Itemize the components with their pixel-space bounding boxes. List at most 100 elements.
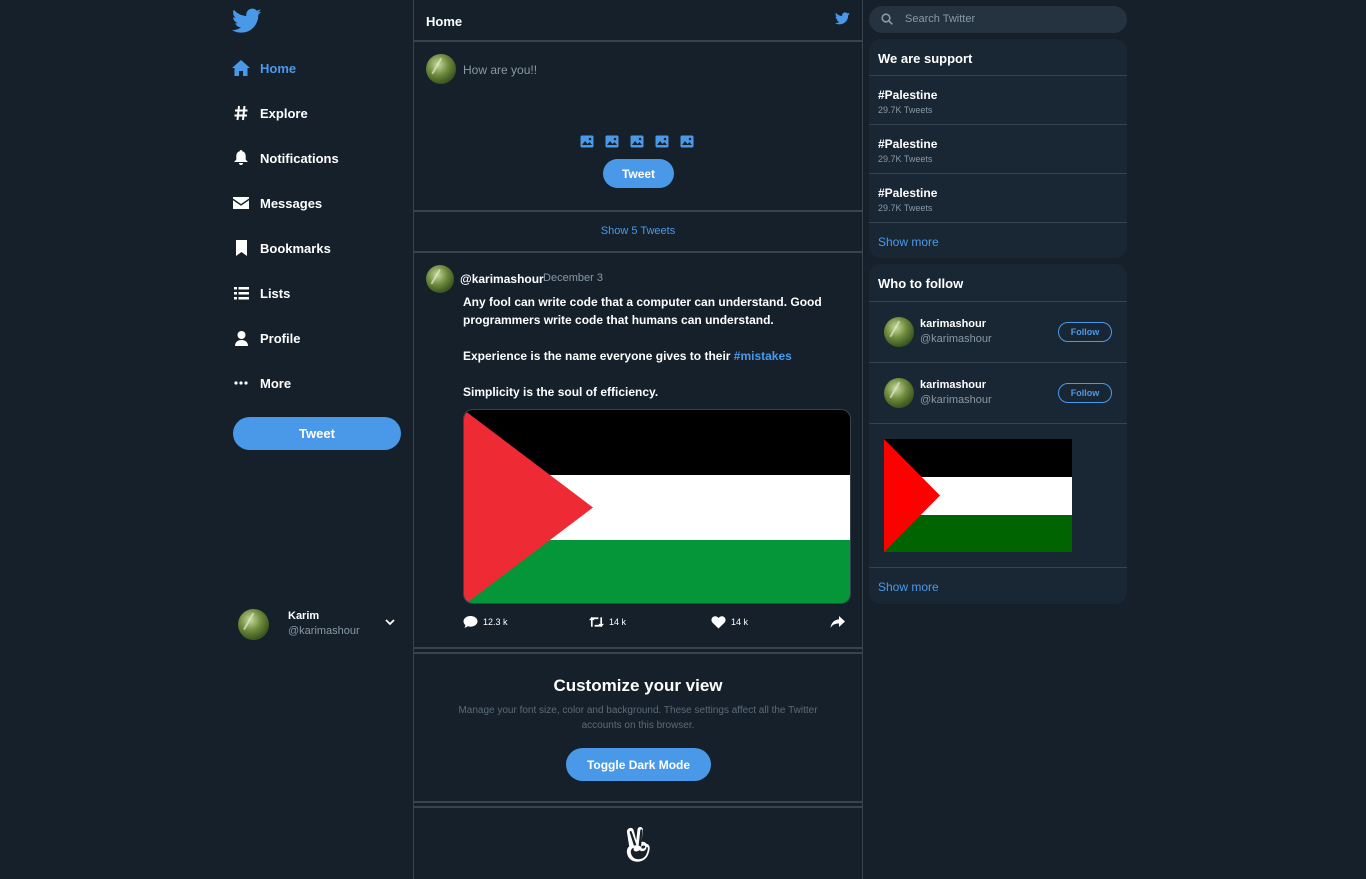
share-button[interactable] [830,615,845,629]
nav-label: Notifications [260,150,339,166]
retweet-icon [589,616,604,628]
follow-name: karimashour [920,379,987,391]
image-icon[interactable] [605,135,619,148]
follow-handle: @karimashour [920,333,992,345]
reply-count: 12.3 k [483,617,508,627]
tweet-card[interactable]: @karimashour .December 3 Any fool can wr… [414,253,862,648]
trend-name: #Palestine [878,88,938,102]
home-icon [232,59,250,77]
avatar[interactable] [884,317,914,347]
tweet-line: Simplicity is the soul of efficiency. [463,385,659,399]
divider [869,301,1127,302]
profile-handle: @karimashour [288,625,360,637]
peace-hand-icon [626,826,650,862]
toggle-dark-mode-button[interactable]: Toggle Dark Mode [566,748,711,781]
image-icon[interactable] [630,135,644,148]
comment-icon [463,616,478,628]
follow-button[interactable]: Follow [1058,322,1112,342]
tweet-text: Any fool can write code that a computer … [463,293,843,419]
follow-name: karimashour [920,318,987,330]
search-input[interactable]: Search Twitter [905,13,975,25]
trend-name: #Palestine [878,186,938,200]
nav-label: More [260,375,292,391]
trend-name: #Palestine [878,137,938,151]
nav-profile[interactable]: Profile [232,326,300,350]
follow-button[interactable]: Follow [1058,383,1112,403]
user-icon [232,329,250,347]
tweet-composer: How are you!! Tweet [414,42,862,212]
nav-bookmarks[interactable]: Bookmarks [232,236,331,260]
left-sidebar: Home Explore Notifications Messages Book… [224,0,410,879]
nav-label: Messages [260,195,323,211]
sidebar-tweet-button[interactable]: Tweet [233,417,401,450]
heart-icon [711,616,726,629]
trend-count: 29.7K Tweets [878,105,933,115]
show-new-tweets-link[interactable]: Show 5 Tweets [414,212,862,253]
customize-view-panel: Customize your view Manage your font siz… [414,654,862,801]
avatar[interactable] [884,378,914,408]
nav-home[interactable]: Home [232,56,296,80]
tweet-actions: 12.3 k 14 k 14 k [463,615,851,633]
follow-show-more-link[interactable]: Show more [878,580,939,594]
main-timeline: Home How are you!! Tweet Show 5 Tweets @… [413,0,863,879]
retweet-count: 14 k [609,617,627,627]
composer-input[interactable]: How are you!! [463,63,537,77]
trends-title: We are support [878,51,973,66]
trends-show-more-link[interactable]: Show more [878,235,939,249]
nav-label: Bookmarks [260,240,331,256]
twitter-bird-icon [835,12,850,25]
divider [414,801,862,808]
nav-explore[interactable]: Explore [232,101,308,125]
bookmark-icon [232,239,250,257]
composer-tweet-button[interactable]: Tweet [603,159,674,188]
trend-count: 29.7K Tweets [878,154,933,164]
tweet-line: Experience is the name everyone gives to… [463,347,843,365]
palestine-flag-image [464,410,850,603]
hashtag-link[interactable]: #mistakes [734,349,792,363]
reply-button[interactable]: 12.3 k [463,615,508,629]
divider [869,124,1127,125]
divider [869,362,1127,363]
retweet-button[interactable]: 14 k [589,615,626,629]
follow-handle: @karimashour [920,394,992,406]
tweet-date: .December 3 [540,272,603,284]
profile-name: Karim [288,610,320,622]
avatar [426,54,456,84]
right-sidebar: Search Twitter We are support #Palestine… [869,0,1127,879]
nav-messages[interactable]: Messages [232,191,322,215]
divider [869,173,1127,174]
image-icon[interactable] [655,135,669,148]
nav-label: Profile [260,330,301,346]
like-count: 14 k [731,617,749,627]
tweet-author-handle[interactable]: @karimashour [460,272,544,286]
follow-title: Who to follow [878,276,964,291]
like-button[interactable]: 14 k [711,615,748,629]
search-bar[interactable]: Search Twitter [869,6,1127,33]
chevron-down-icon [385,619,395,626]
hashtag-icon [232,104,250,122]
twitter-logo-icon[interactable] [232,8,262,34]
tweet-media-image[interactable] [463,409,851,604]
divider [869,423,1127,424]
nav-label: Lists [260,285,291,301]
divider [414,647,862,654]
list-icon [232,284,250,302]
image-icon[interactable] [580,135,594,148]
who-to-follow-card: Who to follow karimashour @karimashour F… [869,264,1127,604]
timeline-header: Home [414,0,862,42]
divider [869,222,1127,223]
trends-card: We are support #Palestine 29.7K Tweets #… [869,39,1127,258]
nav-label: Home [260,60,297,76]
search-icon [881,13,893,25]
nav-notifications[interactable]: Notifications [232,146,339,170]
account-switcher[interactable]: Karim @karimashour [238,606,398,642]
envelope-icon [232,194,250,212]
nav-label: Explore [260,105,308,121]
nav-lists[interactable]: Lists [232,281,290,305]
avatar[interactable] [426,265,454,293]
image-icon[interactable] [680,135,694,148]
avatar [238,609,269,640]
nav-more[interactable]: More [232,371,291,395]
share-arrow-icon [830,616,845,628]
divider [869,75,1127,76]
